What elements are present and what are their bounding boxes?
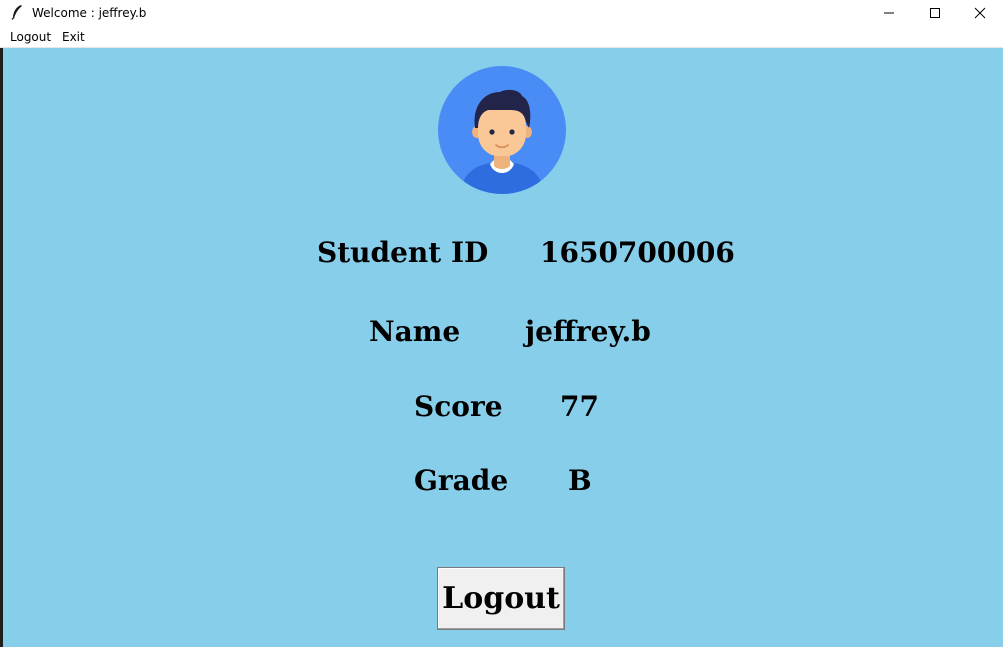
menu-bar: Logout Exit [0,26,1003,48]
app-window: Welcome : jeffrey.b Logout Exit Student … [0,0,1003,647]
menu-exit[interactable]: Exit [62,30,85,44]
user-avatar-icon [438,66,566,194]
close-button[interactable] [957,0,1003,26]
grade-value: B [568,464,592,497]
window-title: Welcome : jeffrey.b [32,6,147,20]
score-label: Score [414,390,503,423]
name-value: jeffrey.b [525,315,651,348]
minimize-button[interactable] [866,0,912,26]
maximize-button[interactable] [912,0,958,26]
profile-panel: Student ID 1650700006 Name jeffrey.b Sco… [3,48,1003,647]
score-value: 77 [560,390,599,423]
menu-logout[interactable]: Logout [10,30,51,44]
student-id-value: 1650700006 [540,236,735,269]
name-label: Name [369,315,461,348]
feather-icon [11,5,22,20]
grade-label: Grade [414,464,509,497]
minimize-icon [884,12,894,14]
close-icon [974,7,986,19]
title-bar[interactable]: Welcome : jeffrey.b [0,0,1003,26]
logout-button[interactable]: Logout [437,567,565,630]
student-id-label: Student ID [317,236,489,269]
maximize-icon [930,8,940,18]
